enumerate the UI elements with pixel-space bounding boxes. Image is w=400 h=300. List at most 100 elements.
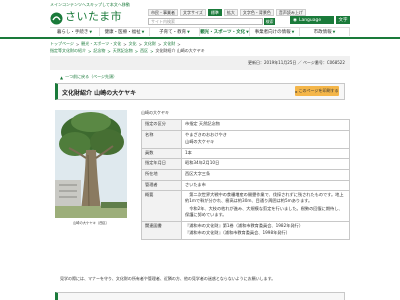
print-button[interactable]: ▸ このページを印刷する <box>295 86 339 96</box>
photo-caption: 山崎の大ケヤキ（西区） <box>72 221 110 225</box>
tree-photo <box>55 110 127 218</box>
chevron-down-icon: ▼ <box>332 30 336 34</box>
row-label: 管理者 <box>141 179 182 192</box>
text-size-large-button[interactable]: 拡大 <box>223 9 238 16</box>
citizen-label: 市民・事業者 <box>151 9 175 15</box>
info-table: 指定の区分 市指定 天然記念物 名称 やまざきのおおけやき 山崎の大ケヤキ 員数 1本 指定年… <box>141 119 350 240</box>
breadcrumb-separator: > <box>157 41 162 47</box>
utility-bar: 市民・事業者 文字サイズ 標準 拡大 文字色・背景色 音声読み上げ <box>148 9 306 16</box>
section-heading <box>55 292 345 300</box>
breadcrumb-link[interactable]: トップページ <box>50 41 74 47</box>
breadcrumb-separator: > <box>88 48 92 54</box>
nav-business[interactable]: 事業者向けの情報 ▼ <box>250 28 300 36</box>
nav-health[interactable]: 健康・医療・福祉 ▼ <box>100 28 150 36</box>
text-size-text: 文字サイズ <box>183 9 203 15</box>
breadcrumb-link[interactable]: 天然記念物 <box>113 48 133 54</box>
row-value-line: 第二次世界大戦中の食糧増産の開墾作業で、伐採されずに残されたものです。地上約1m… <box>185 192 344 204</box>
nav-city[interactable]: 市政情報 ▼ <box>300 28 350 36</box>
color-button[interactable]: 文字色・背景色 <box>239 9 274 16</box>
breadcrumb-separator: > <box>177 41 181 47</box>
standard-label: 標準 <box>210 9 219 15</box>
row-value-line: 『浦和市の文化財』（浦和市教育委員会、1998年発行） <box>185 230 290 236</box>
breadcrumb-separator: > <box>134 48 139 54</box>
chevron-down-icon: ▼ <box>246 30 249 34</box>
global-nav: 暮らし・手続き ▼ 健康・医療・福祉 ▼ 子育て・教育 ▼ 観光・スポーツ・文化 ▼ 事… <box>50 27 350 36</box>
breadcrumb-link[interactable]: 文化財 <box>163 41 175 47</box>
search-button[interactable]: 検索 <box>264 18 275 25</box>
row-value: 昭和34年2月10日 <box>181 158 350 170</box>
breadcrumb-current: 文化財紹介 山崎の大ケヤキ <box>155 48 205 53</box>
row-label: 名称 <box>141 129 182 149</box>
chevron-down-icon: ▼ <box>89 30 93 34</box>
row-value: 『浦和市の文化財』第1巻（浦和市教育委員会、1982年発行） 『浦和市の文化財』（… <box>181 220 350 240</box>
chevron-right-icon: ▸ <box>295 88 298 94</box>
table-row: 員数 1本 <box>141 147 350 160</box>
row-label: 指定年月日 <box>141 158 182 170</box>
row-value-line: さいたま市 <box>185 181 206 187</box>
row-label: 所在地 <box>141 168 182 181</box>
row-label: 関連図書 <box>141 220 182 240</box>
breadcrumb-link[interactable]: 観光・スポーツ・文化 <box>81 41 121 47</box>
globe-icon: ◉ <box>293 17 297 23</box>
arrow-up-icon: ▲ <box>60 74 64 80</box>
asset-name-label: 山崎の大ケヤキ <box>141 110 169 115</box>
row-value-line: 『浦和市の文化財』第1巻（浦和市教育委員会、1982年発行） <box>185 222 304 228</box>
chevron-down-icon: ▼ <box>187 30 190 34</box>
row-value-line: 西区大字三条 <box>185 170 211 176</box>
language-button[interactable]: ◉ Language <box>290 16 334 24</box>
text-size-label: 文字サイズ <box>180 9 206 16</box>
breadcrumb-link[interactable]: 西区 <box>140 48 148 54</box>
breadcrumb-separator: > <box>107 48 111 54</box>
row-value: 市指定 天然記念物 <box>181 119 350 131</box>
breadcrumb-link[interactable]: 指定等文化財の紹介 <box>50 48 86 54</box>
row-label: 指定の区分 <box>141 119 182 131</box>
print-button-label: このページを印刷する <box>298 88 339 93</box>
large-label: 拡大 <box>226 9 235 15</box>
breadcrumb-separator: > <box>123 41 127 47</box>
nav-culture[interactable]: 観光・スポーツ・文化 ▼ <box>200 28 250 36</box>
row-label: 員数 <box>141 147 182 160</box>
city-emblem-icon <box>50 10 63 24</box>
row-value-line: 令和2年、大枝の枯れが進み、大規模な剪定を行いました。樹勢の回復に期待し、保護に… <box>185 205 343 217</box>
citizen-button[interactable]: 市民・事業者 <box>148 9 178 16</box>
table-row: 所在地 西区大字三条 <box>141 168 350 181</box>
nav-label: 健康・医療・福祉 <box>104 30 141 35</box>
large-text-button[interactable]: 文字 <box>336 16 350 24</box>
nav-education[interactable]: 子育て・教育 ▼ <box>150 28 200 36</box>
nav-label: 暮らし・手続き <box>56 30 89 35</box>
breadcrumb-link[interactable]: 記念物 <box>93 48 105 54</box>
chevron-down-icon: ▼ <box>141 30 145 34</box>
row-value-line: 山崎の大ケヤキ <box>185 139 215 145</box>
nav-underline <box>0 37 400 39</box>
breadcrumb-link[interactable]: 文化財 <box>144 41 156 47</box>
row-value-line: やまざきのおおけやき <box>185 131 227 137</box>
row-value: やまざきのおおけやき 山崎の大ケヤキ <box>181 129 350 149</box>
back-link[interactable]: ▲ 一つ前に戻る（ページ先頭） <box>60 74 117 80</box>
row-value: さいたま市 <box>181 179 350 192</box>
logo-text: さいたま市 <box>65 10 123 23</box>
row-value-line: 1本 <box>185 149 192 155</box>
table-row: 関連図書 『浦和市の文化財』第1巻（浦和市教育委員会、1982年発行） 『浦和市の文… <box>141 220 350 240</box>
row-label: 概要 <box>141 190 182 222</box>
row-value: 第二次世界大戦中の食糧増産の開墾作業で、伐採されずに残されたものです。地上約1m… <box>181 190 350 222</box>
page-title: 文化財紹介 山崎の大ケヤキ <box>62 90 137 97</box>
row-value-line: 市指定 天然記念物 <box>185 121 220 126</box>
table-row: 名称 やまざきのおおけやき 山崎の大ケヤキ <box>141 129 350 149</box>
speech-label: 音声読み上げ <box>278 9 303 15</box>
nav-living[interactable]: 暮らし・手続き ▼ <box>50 28 100 36</box>
nav-label: 事業者向けの情報 <box>254 30 291 35</box>
nav-label: 子育て・教育 <box>159 30 187 35</box>
breadcrumb-row-2: 指定等文化財の紹介 > 記念物 > 天然記念物 > 西区 > 文化財紹介 山崎の大ケヤキ <box>50 48 205 54</box>
back-link-label: 一つ前に戻る（ページ先頭） <box>65 74 117 79</box>
page-id: 更新日：2019年11月25日 ／ ページ番号：C068522 <box>248 60 345 65</box>
nav-label: 市政情報 <box>313 30 332 35</box>
speech-button[interactable]: 音声読み上げ <box>275 9 306 16</box>
table-row: 概要 第二次世界大戦中の食糧増産の開墾作業で、伐採されずに残されたものです。地上… <box>141 190 350 222</box>
site-logo[interactable]: さいたま市 <box>50 9 123 24</box>
search-input[interactable]: サイト内検索 <box>148 18 263 25</box>
row-value-line: 昭和34年2月10日 <box>185 160 220 166</box>
text-size-standard-button[interactable]: 標準 <box>207 9 222 16</box>
table-row: 指定年月日 昭和34年2月10日 <box>141 158 350 170</box>
breadcrumb-link[interactable]: 文化 <box>129 41 137 47</box>
nav-label: 観光・スポーツ・文化 <box>200 30 246 35</box>
